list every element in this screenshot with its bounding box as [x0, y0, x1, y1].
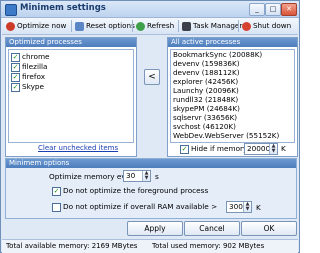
close-button[interactable]: ✕ [281, 3, 297, 16]
optimize-now-button[interactable]: Optimize now [5, 20, 66, 32]
clear-unchecked-link[interactable]: Clear unchecked items [38, 144, 118, 152]
shut-down-label: Shut down [253, 21, 292, 30]
used-memory-status: Total used memory: 902 MBytes [152, 242, 265, 250]
refresh-label: Refresh [147, 21, 175, 30]
hide-unit-label: K [281, 144, 286, 153]
list-item[interactable]: explorer (42456K) [173, 77, 238, 86]
toolbar-divider [71, 20, 72, 32]
ok-button[interactable]: OK [241, 221, 297, 236]
list-item[interactable]: devenv (159836K) [173, 59, 240, 68]
list-item[interactable]: Launchy (20096K) [173, 86, 239, 95]
optimized-processes-panel: Optimized processes ✓ chrome ✓ filezilla… [5, 37, 137, 157]
no-foreground-label: Do not optimize the foreground process [63, 186, 209, 195]
list-item-label: chrome [22, 52, 50, 61]
optimize-icon [6, 21, 15, 31]
spinner-arrows[interactable]: ▲ ▼ [243, 202, 251, 212]
list-item[interactable]: WebDev.WebServer (55152K) [173, 131, 279, 140]
list-item[interactable]: BookmarkSync (20088K) [173, 50, 262, 59]
title-bar[interactable]: Minimem settings _ □ ✕ [1, 1, 299, 18]
toolbar-divider [132, 20, 133, 32]
reset-icon [75, 21, 84, 31]
checkbox[interactable]: ✓ [180, 145, 189, 154]
checkbox[interactable]: ✓ [11, 83, 20, 92]
spinner-arrows[interactable]: ▲ ▼ [142, 171, 150, 181]
cancel-button[interactable]: Cancel [184, 221, 240, 236]
task-manager-icon [182, 21, 191, 31]
available-memory-status: Total available memory: 2169 MBytes [6, 242, 138, 250]
task-manager-button[interactable]: Task Manager [181, 20, 242, 32]
active-processes-header: All active processes [168, 38, 297, 47]
list-item[interactable]: devenv (188112K) [173, 68, 240, 77]
optimize-now-label: Optimize now [17, 21, 67, 30]
optimize-interval-value: 30 [126, 171, 136, 180]
ram-threshold-label: Do not optimize if overall RAM available… [63, 202, 218, 211]
app-icon [5, 4, 17, 16]
list-item[interactable]: ✓ Skype [11, 82, 45, 92]
toolbar-divider [238, 20, 239, 32]
spinner-arrows[interactable]: ▲ ▼ [269, 144, 277, 154]
maximize-button[interactable]: □ [265, 3, 281, 16]
shut-down-icon [242, 21, 251, 31]
optimized-processes-header: Optimized processes [6, 38, 136, 47]
toolbar-divider [178, 20, 179, 32]
list-item-label: firefox [22, 72, 46, 81]
list-item[interactable]: sqlservr (33656K) [173, 113, 237, 122]
task-manager-label: Task Manager [193, 21, 243, 30]
active-processes-list[interactable]: BookmarkSync (20088K) devenv (159836K) d… [170, 49, 295, 143]
apply-button[interactable]: Apply [127, 221, 183, 236]
list-item[interactable]: ✓ chrome [11, 52, 50, 62]
checkbox[interactable]: ✓ [11, 63, 20, 72]
checkbox[interactable] [52, 203, 61, 212]
list-item[interactable]: svchost (46120K) [173, 122, 236, 131]
minimem-options-group: Minimem options Optimize memory every 30… [5, 158, 297, 219]
toolbar: Optimize now Reset options Refresh Task … [2, 18, 298, 35]
minimem-options-header: Minimem options [6, 159, 296, 168]
refresh-icon [136, 21, 145, 31]
refresh-button[interactable]: Refresh [135, 20, 174, 32]
hide-memory-threshold-field[interactable]: 20000 ▲ ▼ [244, 143, 278, 155]
ram-unit-label: K [256, 203, 261, 212]
reset-options-button[interactable]: Reset options [74, 20, 135, 32]
ram-threshold-value: 300 [229, 202, 243, 211]
list-item[interactable]: ✓ filezilla [11, 62, 48, 72]
checkbox[interactable]: ✓ [11, 73, 20, 82]
no-foreground-checkbox[interactable]: ✓ Do not optimize the foreground process [52, 186, 209, 196]
move-left-button[interactable]: < [144, 69, 160, 85]
hide-memory-threshold-value: 20000 [247, 144, 271, 153]
ram-threshold-field[interactable]: 300 ▲ ▼ [226, 201, 252, 213]
active-processes-panel: All active processes BookmarkSync (20088… [167, 37, 298, 157]
minimem-settings-window: Minimem settings _ □ ✕ Optimize now Rese… [0, 0, 300, 253]
optimize-interval-field[interactable]: 30 ▲ ▼ [123, 170, 151, 182]
interval-unit-label: s [155, 172, 159, 181]
list-item[interactable]: skypePM (24684K) [173, 104, 240, 113]
minimize-button[interactable]: _ [249, 3, 265, 16]
shut-down-button[interactable]: Shut down [241, 20, 291, 32]
list-item[interactable]: ✓ firefox [11, 72, 46, 82]
window-title: Minimem settings [20, 3, 106, 13]
status-bar: Total available memory: 2169 MBytes Tota… [2, 239, 298, 253]
list-item[interactable]: rundll32 (21848K) [173, 95, 238, 104]
checkbox[interactable]: ✓ [52, 187, 61, 196]
ram-threshold-checkbox[interactable]: Do not optimize if overall RAM available… [52, 202, 218, 212]
list-item-label: filezilla [22, 62, 48, 71]
list-item-label: Skype [22, 82, 45, 91]
optimized-processes-list[interactable]: ✓ chrome ✓ filezilla ✓ firefox ✓ Skype [8, 49, 134, 143]
hide-if-memory-label: Hide if memory [191, 144, 248, 153]
reset-options-label: Reset options [86, 21, 135, 30]
checkbox[interactable]: ✓ [11, 53, 20, 62]
